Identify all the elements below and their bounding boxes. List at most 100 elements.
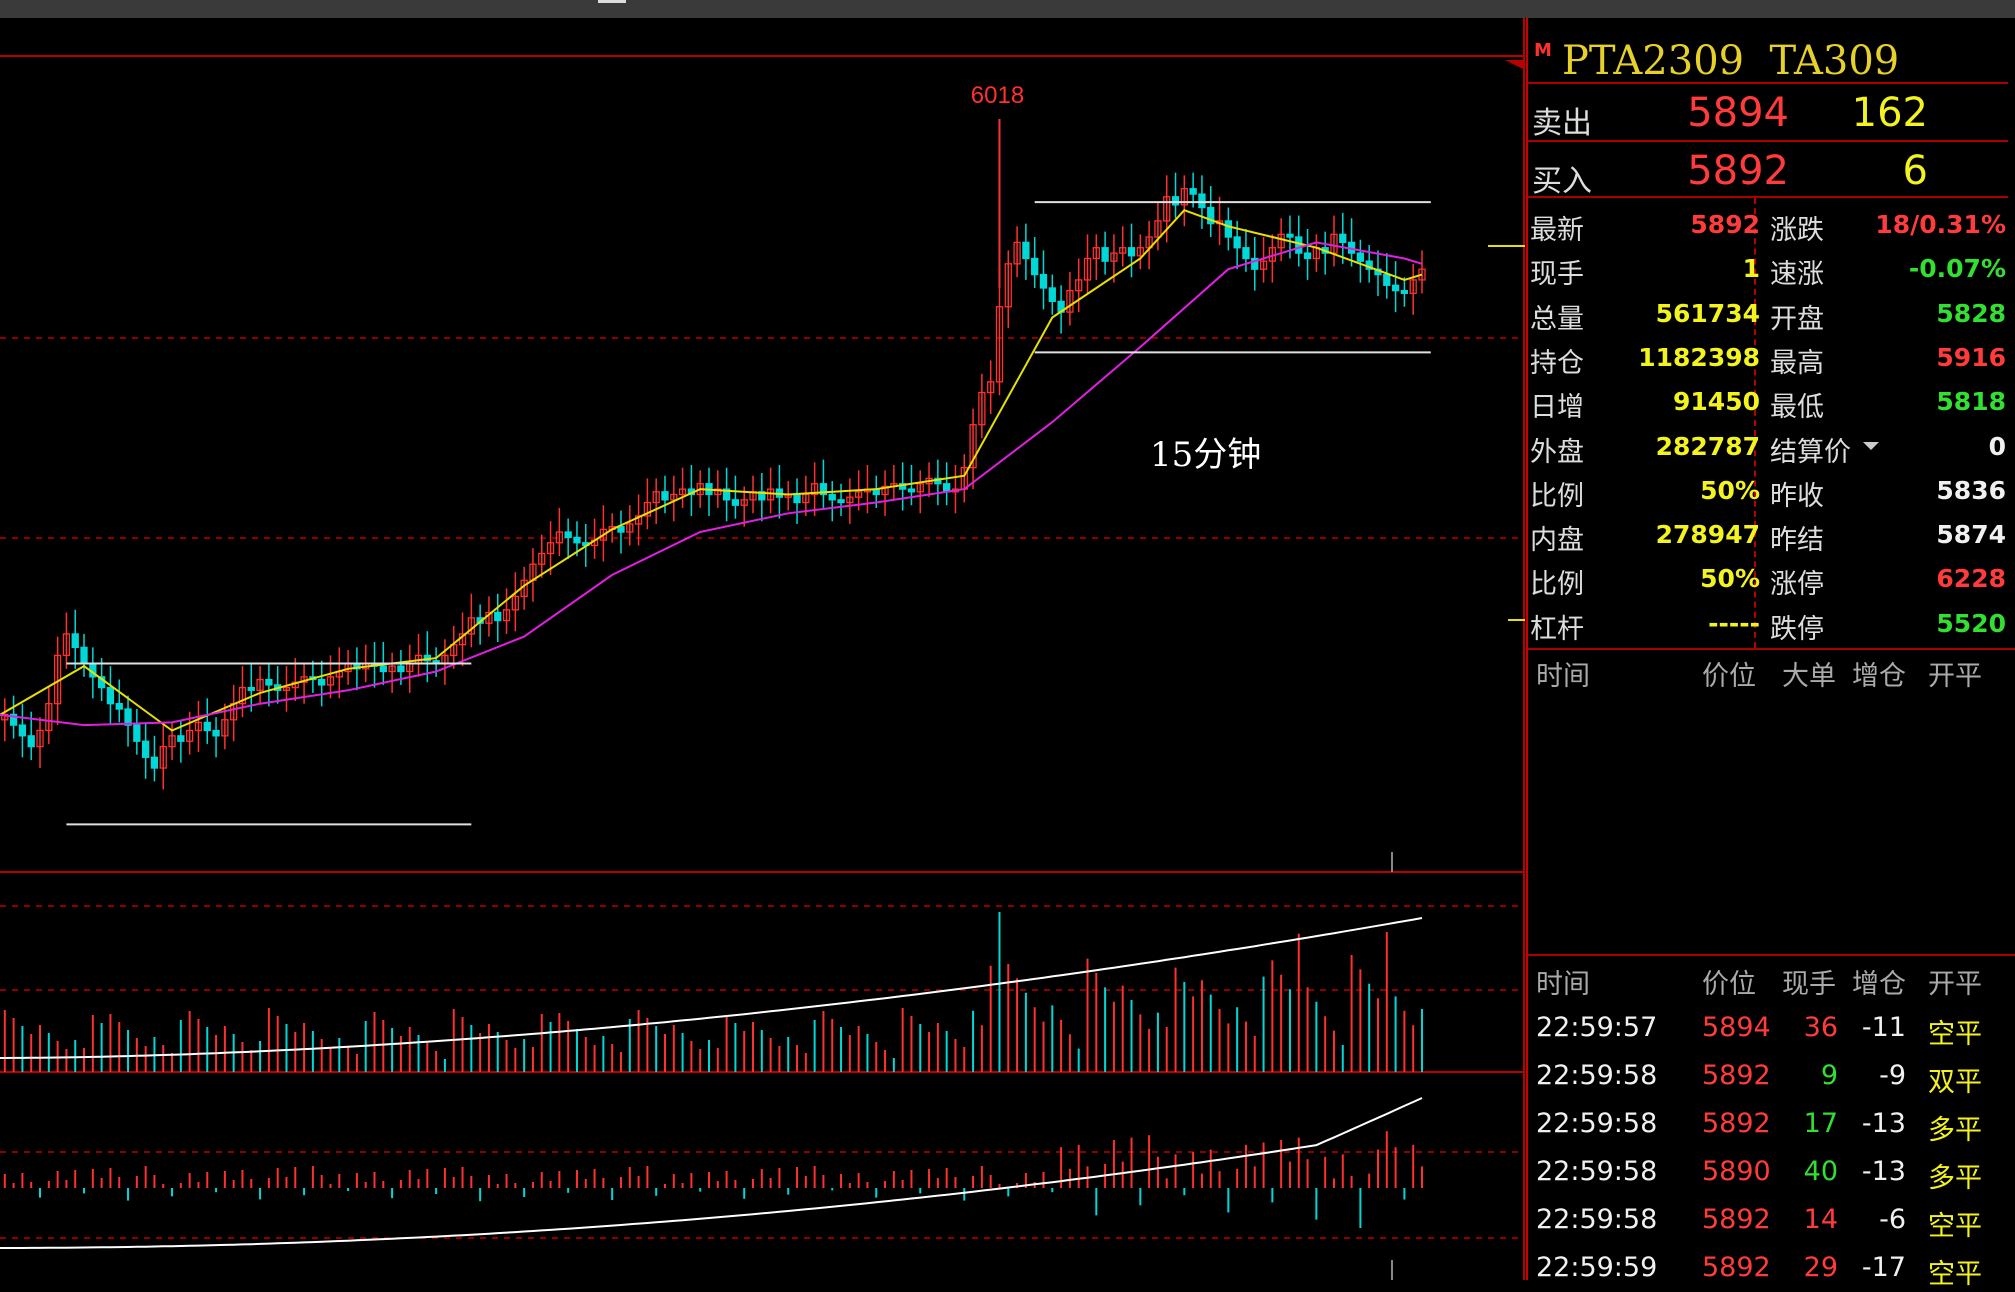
stat-value: 282787 <box>1655 431 1760 461</box>
tick-type: 双平 <box>1928 1067 1982 1098</box>
candle-body <box>80 646 88 665</box>
stat-value: 50% <box>1700 564 1760 594</box>
stat-label: 总量 <box>1530 303 1584 335</box>
stat-row: 比例 50% 涨停 6228 <box>1528 558 2015 602</box>
kline-chart[interactable]: 6018 15分钟 <box>0 18 1525 1280</box>
stat-label: 比例 <box>1530 569 1584 601</box>
stat-value: 5520 <box>1936 608 2006 638</box>
sell-label: 卖出 <box>1532 106 1592 141</box>
stat-value: 91450 <box>1673 387 1760 417</box>
candle-body <box>1171 196 1180 206</box>
oi-trend-line <box>0 1097 1423 1249</box>
stat-value: 1182398 <box>1638 342 1760 372</box>
tick-type: 空平 <box>1928 1211 1982 1242</box>
buy-price: 5892 <box>1687 148 1789 194</box>
stat-value: 561734 <box>1655 298 1760 328</box>
settlement-dropdown-icon[interactable] <box>1863 441 1879 450</box>
stat-row: 内盘 278947 昨结 5874 <box>1528 514 2015 558</box>
corner-marker <box>1505 60 1525 70</box>
candle-body <box>828 493 836 501</box>
stat-label: 涨跌 <box>1770 215 1824 246</box>
stat-label: 昨收 <box>1770 480 1824 512</box>
stat-value: 278947 <box>1655 520 1760 550</box>
candle-body <box>133 724 141 742</box>
candle-body <box>1383 273 1391 286</box>
tick-price: 5892 <box>1702 1060 1771 1091</box>
tick-oi: -11 <box>1861 1012 1906 1043</box>
candle-body <box>203 721 211 732</box>
tick-price: 5892 <box>1702 1108 1771 1139</box>
tick-type: 多平 <box>1928 1115 1982 1146</box>
sell-row[interactable]: 卖出 5894 162 <box>1528 86 2015 142</box>
contract-symbol: PTA2309 <box>1562 38 1745 84</box>
tick-time: 22:59:59 <box>1536 1252 1658 1283</box>
stat-value: 50% <box>1700 475 1760 505</box>
candle-body <box>1048 287 1056 303</box>
candle-body <box>1356 252 1365 262</box>
sell-price: 5894 <box>1687 90 1789 136</box>
candle-body <box>1295 236 1303 254</box>
candle-body <box>177 735 185 742</box>
candle-body <box>573 536 581 544</box>
stat-label: 外盘 <box>1530 436 1584 468</box>
tick-oi: -13 <box>1861 1108 1906 1139</box>
stat-label: 现手 <box>1530 259 1584 291</box>
stat-label: 最新 <box>1530 215 1584 246</box>
contract-title: M PTA2309 TA309 <box>1528 26 2015 84</box>
candle-body <box>1339 233 1347 244</box>
stat-label: 结算价 <box>1770 436 1851 468</box>
stat-row: 外盘 282787 结算价 0 <box>1528 426 2015 470</box>
candle-body <box>1233 236 1241 249</box>
candle-body <box>247 686 255 691</box>
tick-time: 22:59:57 <box>1536 1012 1658 1043</box>
tick-oi: -17 <box>1861 1252 1906 1283</box>
stat-value: -0.07% <box>1908 254 2006 284</box>
big-order-col-time: 时间 <box>1536 661 1590 692</box>
tick-col-time: 时间 <box>1536 969 1590 1000</box>
tick-row[interactable]: 22:59:58 5892 17 -13 多平 <box>1528 1100 2015 1148</box>
tick-type: 空平 <box>1928 1019 1982 1050</box>
stat-value: 5892 <box>1690 210 1760 239</box>
tick-time: 22:59:58 <box>1536 1108 1658 1139</box>
big-order-col-size: 大单 <box>1782 661 1836 692</box>
tick-vol: 9 <box>1820 1060 1838 1091</box>
candle-body <box>731 499 740 506</box>
candle-body <box>1127 247 1136 257</box>
candle-body <box>793 493 801 504</box>
candle-body <box>1189 188 1197 195</box>
stat-row: 现手 1 速涨 -0.07% <box>1528 248 2015 292</box>
tick-price: 5894 <box>1702 1012 1771 1043</box>
stat-row: 杠杆 ----- 跌停 5520 <box>1528 603 2015 647</box>
timeframe-annotation: 15分钟 <box>1150 435 1261 475</box>
candle-body <box>494 611 502 622</box>
candle-body <box>907 488 916 493</box>
stat-label: 开盘 <box>1770 303 1824 335</box>
stat-row: 比例 50% 昨收 5836 <box>1528 470 2015 514</box>
tick-row[interactable]: 22:59:59 5892 29 -17 空平 <box>1528 1244 2015 1292</box>
tick-row[interactable]: 22:59:58 5890 40 -13 多平 <box>1528 1148 2015 1196</box>
stat-label: 日增 <box>1530 392 1584 424</box>
tick-vol: 17 <box>1803 1108 1838 1139</box>
tick-row[interactable]: 22:59:58 5892 9 -9 双平 <box>1528 1052 2015 1100</box>
candle-body <box>141 740 150 758</box>
stat-value: 5874 <box>1936 520 2006 550</box>
tick-time: 22:59:58 <box>1536 1060 1658 1091</box>
stat-value: 1 <box>1742 254 1760 284</box>
candle-body <box>397 665 405 673</box>
buy-row[interactable]: 买入 5892 6 <box>1528 144 2015 200</box>
stat-value: 5916 <box>1936 342 2006 372</box>
stat-label: 杠杆 <box>1530 613 1584 645</box>
candle-body <box>564 531 572 539</box>
tick-type: 多平 <box>1928 1163 1982 1194</box>
contract-name: PTA2309 TA309 <box>1562 38 1899 84</box>
candle-body <box>1286 233 1294 238</box>
stat-label: 跌停 <box>1770 613 1824 645</box>
tick-col-type: 开平 <box>1928 969 1982 1000</box>
stat-label: 比例 <box>1530 480 1584 512</box>
stat-label: 昨结 <box>1770 525 1824 557</box>
tick-row[interactable]: 22:59:58 5892 14 -6 空平 <box>1528 1196 2015 1244</box>
stat-row: 总量 561734 开盘 5828 <box>1528 293 2015 337</box>
market-flag: M <box>1534 40 1552 61</box>
candle-body <box>661 491 669 501</box>
tick-row[interactable]: 22:59:57 5894 36 -11 空平 <box>1528 1004 2015 1052</box>
